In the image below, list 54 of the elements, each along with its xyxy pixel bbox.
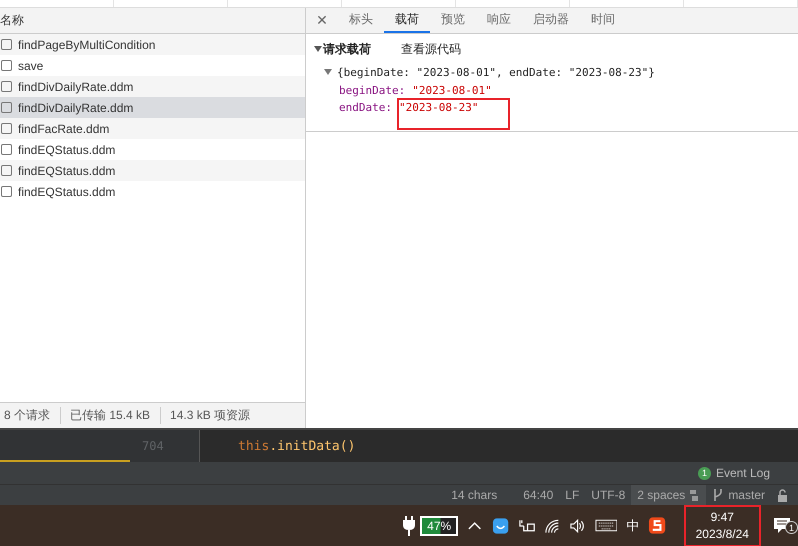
object-summary[interactable]: {beginDate: "2023-08-01", endDate: "2023-08-23"}	[337, 66, 655, 78]
checkbox[interactable]	[1, 144, 12, 155]
property-value: "2023-08-01"	[412, 84, 492, 97]
input-method-indicator[interactable]: 中	[626, 516, 640, 534]
power-status-icon	[518, 518, 536, 534]
checkbox[interactable]	[1, 186, 12, 197]
column-header: 名称	[0, 12, 24, 29]
wifi-icon	[544, 518, 560, 534]
checkbox[interactable]	[1, 39, 12, 50]
branch-icon	[712, 488, 724, 502]
sogou-icon	[648, 516, 667, 535]
speaker-icon	[569, 518, 586, 534]
summary-text: 已传输 15.4 kB	[60, 407, 160, 424]
section-title[interactable]: 请求载荷	[323, 40, 371, 58]
request-row[interactable]: findDivDailyRate.ddm	[0, 97, 305, 118]
lock-icon	[777, 488, 788, 502]
code-token: .initData()	[269, 438, 356, 454]
status-item[interactable]: UTF-8	[585, 485, 632, 505]
close-button[interactable]: ✕	[306, 8, 338, 33]
tab[interactable]: 载荷	[384, 8, 430, 33]
indent-icon	[688, 488, 700, 502]
property-key: beginDate:	[339, 84, 406, 97]
code-token: this	[238, 438, 270, 454]
request-row[interactable]: findDivDailyRate.ddm	[0, 76, 305, 97]
clock[interactable]: 9:47 2023/8/24	[684, 504, 761, 546]
status-item[interactable]: master	[706, 485, 771, 505]
status-item[interactable]: 64:40	[517, 485, 560, 505]
status-item[interactable]: LF	[559, 485, 586, 505]
checkbox[interactable]	[1, 102, 12, 113]
checkbox[interactable]	[1, 60, 12, 71]
summary-text: 14.3 kB 项资源	[160, 407, 260, 424]
battery-indicator: 47%	[420, 516, 458, 536]
request-row[interactable]: findPageByMultiCondition	[0, 34, 305, 55]
event-log-button[interactable]: 1 Event Log	[698, 466, 770, 480]
property-value: "2023-08-23"	[398, 101, 478, 114]
checkbox[interactable]	[1, 165, 12, 176]
notification-button[interactable]: 1	[772, 517, 798, 534]
tab[interactable]: 标头	[338, 8, 384, 33]
keyboard-icon	[594, 518, 618, 533]
summary-text: 8 个请求	[3, 407, 52, 424]
tab[interactable]: 启动器	[522, 8, 580, 33]
smiley-app-icon	[492, 516, 509, 534]
tab[interactable]: 时间	[580, 8, 626, 33]
tab[interactable]: 预览	[430, 8, 476, 33]
checkbox[interactable]	[1, 81, 12, 92]
property-key: endDate:	[339, 101, 392, 114]
request-row[interactable]: findFacRate.ddm	[0, 118, 305, 139]
status-item: 14 chars	[450, 487, 498, 504]
request-row[interactable]: findEQStatus.ddm	[0, 160, 305, 181]
view-source-link[interactable]: 查看源代码	[401, 40, 461, 58]
checkbox[interactable]	[1, 123, 12, 134]
power-plug-icon	[402, 514, 416, 536]
status-item[interactable]: 2 spaces	[631, 485, 706, 505]
tab[interactable]: 响应	[476, 8, 522, 33]
